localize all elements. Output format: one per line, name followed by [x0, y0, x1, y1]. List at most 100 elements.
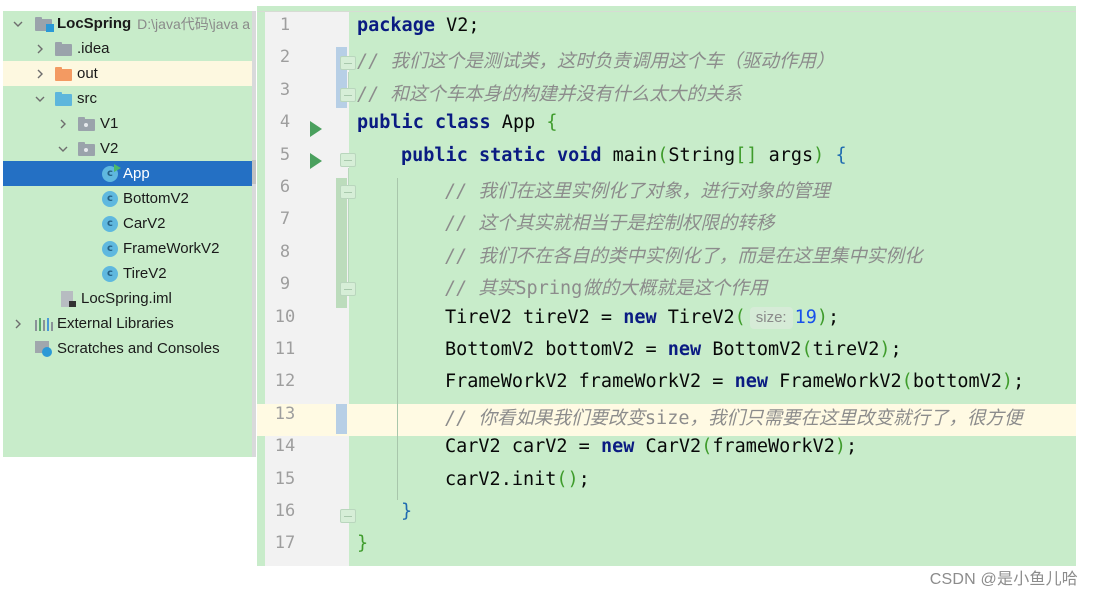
- tree-item-label: .idea: [77, 40, 110, 57]
- class-icon: c: [101, 215, 119, 232]
- line-number: 6: [279, 177, 291, 197]
- code-line-1[interactable]: package V2;: [357, 15, 480, 47]
- code-line-13[interactable]: // 你看如果我们要改变size，我们只需要在这里改变就行了，很方便: [445, 404, 1023, 436]
- excluded-folder-icon: [55, 66, 73, 82]
- project-tool-window: LocSpring D:\java代码\java a .idea out src…: [3, 11, 252, 457]
- line-number: 8: [279, 241, 291, 262]
- line-number: 10: [274, 306, 296, 327]
- code-line-11[interactable]: BottomV2 bottomV2 = new BottomV2(tireV2)…: [445, 339, 902, 371]
- code-line-10[interactable]: TireV2 tireV2 = new TireV2(size: 19);: [445, 306, 839, 339]
- line-number: 4: [279, 112, 291, 133]
- tree-item-app[interactable]: c App: [3, 161, 252, 186]
- line-number: 9: [279, 274, 291, 295]
- tree-item-label: Scratches and Consoles: [57, 340, 220, 357]
- code-line-2[interactable]: // 我们这个是测试类，这时负责调用这个车（驱动作用）: [357, 47, 834, 79]
- editor-top-border: [257, 6, 1076, 12]
- code-line-7[interactable]: // 这个其实就相当于是控制权限的转移: [445, 209, 774, 241]
- line-number: 2: [279, 47, 291, 68]
- code-line-6[interactable]: // 我们在这里实例化了对象，进行对象的管理: [445, 177, 830, 209]
- chevron-right-icon[interactable]: [11, 317, 25, 331]
- fold-toggle-icon[interactable]: [340, 509, 356, 523]
- chevron-right-icon[interactable]: [33, 67, 47, 81]
- tree-item-out[interactable]: out: [3, 61, 252, 86]
- libraries-icon: [35, 316, 53, 332]
- line-number: 5: [279, 144, 291, 165]
- watermark: CSDN @是小鱼儿哈: [929, 571, 1078, 588]
- line-number: 17: [274, 533, 296, 554]
- line-number: 16: [274, 501, 296, 521]
- tree-item-external-libraries[interactable]: External Libraries: [3, 311, 252, 336]
- line-number: 15: [274, 468, 296, 489]
- class-icon: c: [101, 190, 119, 207]
- tree-item-label: src: [77, 90, 97, 107]
- tree-item-src[interactable]: src: [3, 86, 252, 111]
- tree-item-tirev2[interactable]: c TireV2: [3, 261, 252, 286]
- sidebar-scrollbar[interactable]: [252, 11, 256, 457]
- run-class-icon[interactable]: [310, 120, 322, 137]
- tree-item-label: V1: [100, 115, 119, 132]
- scratches-icon: [35, 340, 53, 357]
- tree-item-label: BottomV2: [123, 190, 189, 207]
- tree-item-label: V2: [100, 140, 119, 157]
- code-line-4[interactable]: public class App {: [357, 112, 558, 144]
- line-number: 1: [279, 15, 291, 35]
- project-name: LocSpring: [57, 15, 132, 32]
- code-line-14[interactable]: CarV2 carV2 = new CarV2(frameWorkV2);: [445, 436, 857, 468]
- tree-item-v2[interactable]: V2: [3, 136, 252, 161]
- code-line-3[interactable]: // 和这个车本身的构建并没有什么太大的关系: [357, 80, 742, 112]
- project-path: D:\java代码\java a: [137, 15, 250, 32]
- line-number: 7: [279, 209, 291, 230]
- package-icon: [78, 141, 96, 157]
- fold-toggle-icon[interactable]: [340, 153, 356, 167]
- tree-item-scratches[interactable]: Scratches and Consoles: [3, 336, 252, 361]
- code-line-9[interactable]: // 其实Spring做的大概就是这个作用: [445, 274, 767, 306]
- tree-item-bottomv2[interactable]: c BottomV2: [3, 186, 252, 211]
- chevron-down-icon[interactable]: [33, 92, 47, 106]
- fold-toggle-icon[interactable]: [340, 282, 356, 296]
- code-line-17[interactable]: }: [357, 533, 368, 565]
- code-line-5[interactable]: public static void main(String[] args) {: [401, 145, 847, 177]
- class-icon: c: [101, 240, 119, 257]
- tree-item-frameworkv2[interactable]: c FrameWorkV2: [3, 236, 252, 261]
- tree-item-iml[interactable]: LocSpring.iml: [3, 286, 252, 311]
- tree-item-carv2[interactable]: c CarV2: [3, 211, 252, 236]
- source-folder-icon: [55, 91, 73, 107]
- runnable-class-icon: c: [101, 163, 121, 182]
- line-number: 12: [274, 371, 296, 392]
- code-line-16[interactable]: }: [401, 501, 412, 533]
- chevron-right-icon[interactable]: [33, 42, 47, 56]
- fold-toggle-icon[interactable]: [340, 88, 356, 102]
- class-icon: c: [101, 265, 119, 282]
- fold-toggle-icon[interactable]: [340, 185, 356, 199]
- chevron-down-icon[interactable]: [56, 142, 70, 156]
- code-line-15[interactable]: carV2.init();: [445, 469, 590, 501]
- tree-item-label: FrameWorkV2: [123, 240, 220, 257]
- code-line-12[interactable]: FrameWorkV2 frameWorkV2 = new FrameWorkV…: [445, 371, 1024, 403]
- line-number: 13: [274, 403, 296, 424]
- folder-icon: [55, 41, 73, 57]
- tree-item-label: App: [123, 165, 150, 182]
- tree-item-project-root[interactable]: LocSpring D:\java代码\java a: [3, 11, 252, 36]
- tree-item-v1[interactable]: V1: [3, 111, 252, 136]
- line-number: 3: [279, 79, 291, 100]
- line-number: 14: [274, 436, 296, 457]
- fold-toggle-icon[interactable]: [340, 56, 356, 70]
- chevron-down-icon[interactable]: [11, 17, 25, 31]
- line-number: 11: [274, 339, 296, 359]
- code-line-8[interactable]: // 我们不在各自的类中实例化了，而是在这里集中实例化: [445, 242, 922, 274]
- code-editor[interactable]: 1 2 3 4 5 6 7 8 9 10 11 12 13 14 15 16 1…: [257, 6, 1076, 566]
- change-marker-modified[interactable]: [336, 404, 347, 434]
- tree-item-label: CarV2: [123, 215, 166, 232]
- package-icon: [78, 116, 96, 132]
- indent-guide: [397, 178, 398, 500]
- tree-item-label: LocSpring.iml: [81, 290, 172, 307]
- run-main-icon[interactable]: [310, 153, 322, 169]
- tree-item-idea[interactable]: .idea: [3, 36, 252, 61]
- parameter-hint: size:: [749, 306, 793, 329]
- tree-item-label: out: [77, 65, 98, 82]
- tree-item-label: TireV2: [123, 265, 167, 282]
- sidebar-scrollbar-thumb[interactable]: [252, 160, 256, 184]
- chevron-right-icon[interactable]: [56, 117, 70, 131]
- tree-item-label: External Libraries: [57, 315, 174, 332]
- module-icon: [35, 16, 54, 32]
